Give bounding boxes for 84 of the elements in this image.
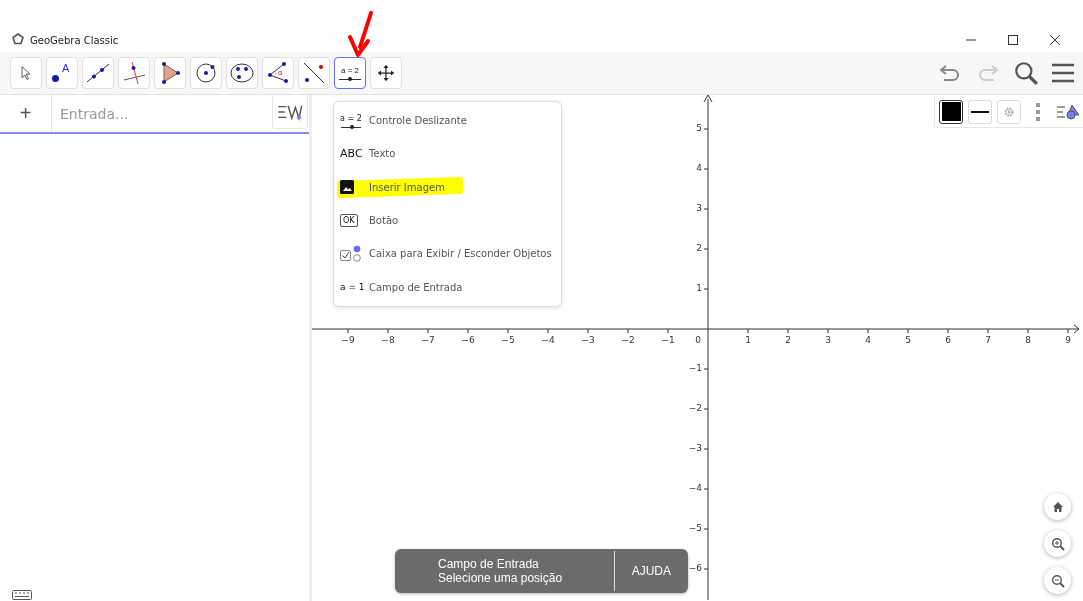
axis-label: 4 bbox=[864, 334, 872, 346]
menu-item[interactable]: OK Botão bbox=[334, 204, 561, 238]
menu-item-label: Inserir Imagem bbox=[369, 181, 445, 193]
axis-label: 3 bbox=[824, 334, 832, 346]
tool-button[interactable] bbox=[298, 57, 330, 89]
axis-label: 3 bbox=[695, 202, 702, 214]
close-icon[interactable] bbox=[1050, 35, 1060, 45]
keyboard-icon[interactable] bbox=[12, 590, 32, 600]
axis-label: 9 bbox=[1064, 334, 1072, 346]
input-box-tool-icon: a = 1 bbox=[340, 282, 365, 293]
perpendicular-icon bbox=[122, 61, 146, 85]
axis-label: −5 bbox=[500, 334, 516, 346]
search-icon[interactable] bbox=[1013, 60, 1039, 86]
reflect-icon bbox=[302, 61, 326, 85]
axis-label: −7 bbox=[420, 334, 436, 346]
help-button[interactable]: AJUDA bbox=[613, 551, 688, 591]
maximize-icon[interactable] bbox=[1008, 35, 1018, 45]
menu-item[interactable]: Caixa para Exibir / Esconder Objetos bbox=[334, 237, 561, 271]
checkbox-tool-icon bbox=[340, 244, 362, 263]
axis-label: −2 bbox=[687, 402, 702, 414]
tool-button[interactable] bbox=[190, 57, 222, 89]
tool-button[interactable] bbox=[154, 57, 186, 89]
axis-label: −2 bbox=[620, 334, 636, 346]
ellipse-icon bbox=[230, 61, 254, 85]
menu-item[interactable]: Inserir Imagem bbox=[334, 170, 561, 204]
menu-item-label: Controle Deslizante bbox=[369, 115, 467, 127]
axis-label: 6 bbox=[944, 334, 952, 346]
axis-label: 1 bbox=[695, 282, 702, 294]
color-button[interactable] bbox=[939, 99, 963, 124]
axis-label: −5 bbox=[687, 522, 702, 534]
menu-item[interactable]: ABC Texto bbox=[334, 137, 561, 171]
tool-button[interactable]: a = 2 bbox=[334, 57, 366, 89]
zoom-out-button[interactable] bbox=[1044, 567, 1071, 594]
axis-label: 5 bbox=[904, 334, 912, 346]
axis-label: −9 bbox=[340, 334, 356, 346]
axis-label: −6 bbox=[460, 334, 476, 346]
settings-icon bbox=[1003, 105, 1015, 118]
axis-label: −4 bbox=[540, 334, 556, 346]
zoom-in-icon bbox=[1050, 536, 1065, 551]
home-icon bbox=[1051, 500, 1064, 513]
zoom-out-icon bbox=[1050, 573, 1065, 588]
line-icon bbox=[86, 61, 110, 85]
axis-label: −3 bbox=[687, 442, 702, 454]
axis-label: −4 bbox=[687, 482, 702, 494]
axis-label: 5 bbox=[695, 122, 702, 134]
tool-button[interactable] bbox=[226, 57, 258, 89]
menu-item-label: Caixa para Exibir / Esconder Objetos bbox=[369, 248, 552, 260]
window-title: GeoGebra Classic bbox=[30, 35, 119, 46]
axis-label: 2 bbox=[784, 334, 792, 346]
axis-label: −1 bbox=[660, 334, 676, 346]
axis-label: −6 bbox=[687, 562, 702, 574]
circle-icon bbox=[194, 61, 218, 85]
axis-label: 4 bbox=[695, 162, 702, 174]
menu-item-label: Botão bbox=[369, 215, 399, 227]
tool-button[interactable] bbox=[370, 57, 402, 89]
snackbar-message: Selecione uma posição bbox=[438, 571, 564, 585]
tool-button[interactable] bbox=[82, 57, 114, 89]
axis-label: −8 bbox=[380, 334, 396, 346]
image-icon bbox=[340, 180, 354, 195]
menu-item-label: Campo de Entrada bbox=[369, 281, 463, 293]
snackbar-title: Campo de Entrada bbox=[438, 557, 540, 571]
line-style-button[interactable] bbox=[968, 99, 992, 124]
home-button[interactable] bbox=[1044, 493, 1071, 520]
axis-label: −1 bbox=[687, 362, 702, 374]
menu-item-label: Texto bbox=[369, 148, 396, 160]
line-style-icon bbox=[971, 109, 989, 114]
menu-item[interactable]: a = 2 Controle Deslizante bbox=[334, 104, 561, 138]
text-tool-icon: ABC bbox=[340, 147, 363, 161]
axis-label: 8 bbox=[1024, 334, 1032, 346]
axis-label: 7 bbox=[984, 334, 992, 346]
axis-label: −3 bbox=[580, 334, 596, 346]
algebra-style-button[interactable] bbox=[272, 95, 308, 129]
menu-item[interactable]: a = 1 Campo de Entrada bbox=[334, 270, 561, 304]
axis-label: 2 bbox=[695, 242, 702, 254]
menu-icon[interactable] bbox=[1051, 61, 1075, 85]
move-arrows-icon bbox=[376, 63, 396, 83]
more-icon[interactable] bbox=[1036, 102, 1040, 121]
graphics-style-icon[interactable] bbox=[1057, 102, 1079, 121]
button-tool-icon: OK bbox=[340, 214, 358, 228]
axis-label: 0 bbox=[694, 334, 702, 346]
app-logo-icon bbox=[12, 33, 24, 45]
annotation-arrow bbox=[346, 11, 376, 57]
axis-label: 1 bbox=[744, 334, 752, 346]
zoom-in-button[interactable] bbox=[1044, 530, 1071, 557]
